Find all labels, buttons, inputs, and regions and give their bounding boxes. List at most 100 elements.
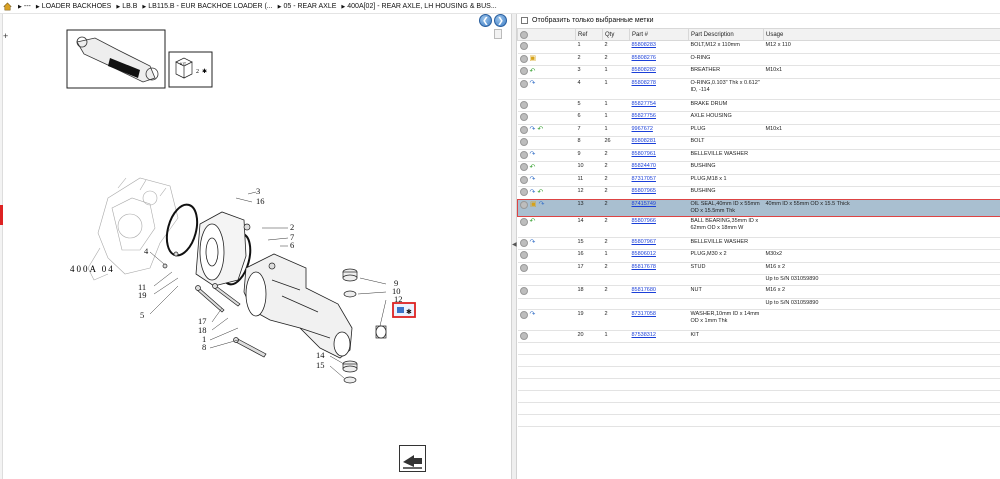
row-icons[interactable]: ↷ ↶: [517, 123, 576, 137]
add-to-cart-icon[interactable]: [519, 79, 528, 88]
row-part-number[interactable]: 85807961: [629, 148, 689, 162]
table-row[interactable]: ↶ 10 2 85824470 BUSHING: [517, 161, 1000, 174]
box-icon[interactable]: ▣: [530, 55, 537, 62]
breadcrumb-item[interactable]: LB115.B - EUR BACKHOE LOADER (...: [142, 3, 272, 10]
table-row[interactable]: 8 26 85808281 BOLT: [517, 136, 1000, 149]
row-part-number-text[interactable]: 85817678: [632, 264, 656, 270]
axle-thumbnail[interactable]: [66, 29, 166, 89]
row-icons[interactable]: [517, 249, 576, 262]
breadcrumb-item[interactable]: 400A[02] - REAR AXLE, LH HOUSING & BUS..…: [341, 3, 496, 10]
row-icons[interactable]: [517, 261, 576, 275]
row-part-number[interactable]: 85808282: [629, 65, 689, 78]
add-to-cart-icon[interactable]: [519, 125, 528, 134]
table-row[interactable]: 18 2 85817680 NUT M16 x 2: [517, 285, 1000, 298]
table-row[interactable]: 1 2 85808283 BOLT,M12 x 110mm M12 x 110: [517, 40, 1000, 53]
table-row[interactable]: Up to S/N 031059890: [517, 297, 1000, 309]
forward-button[interactable]: ❯: [494, 14, 507, 27]
col-qty[interactable]: Qty: [602, 28, 630, 41]
note-icon[interactable]: ↷: [539, 201, 545, 208]
add-to-cart-icon[interactable]: [519, 150, 528, 159]
breadcrumb-item[interactable]: LB.B: [116, 3, 137, 10]
row-part-number[interactable]: 85817680: [629, 285, 689, 298]
row-icons[interactable]: [517, 274, 576, 286]
row-part-number[interactable]: 87317058: [629, 308, 689, 330]
add-to-cart-icon[interactable]: [520, 200, 528, 209]
add-to-cart-icon[interactable]: [519, 163, 528, 171]
row-part-number-text[interactable]: 85808281: [632, 138, 656, 144]
row-icons[interactable]: [517, 40, 576, 53]
add-to-cart-icon[interactable]: [519, 310, 528, 319]
replace-icon[interactable]: ↶: [530, 218, 536, 225]
row-part-number[interactable]: 87317057: [629, 173, 689, 187]
replace-icon[interactable]: ↶: [530, 68, 536, 75]
breadcrumb-item[interactable]: LOADER BACKHOES: [36, 3, 112, 10]
row-part-number-text[interactable]: 85808282: [632, 67, 656, 73]
back-button[interactable]: ❮: [479, 14, 492, 27]
row-icons[interactable]: [517, 136, 576, 149]
splitter-arrow-icon[interactable]: ◀: [512, 241, 517, 248]
row-part-number[interactable]: 85807967: [629, 236, 689, 250]
row-icons[interactable]: ↷: [517, 308, 576, 330]
row-part-number-text[interactable]: 87317058: [632, 311, 656, 317]
row-part-number-text[interactable]: 87317057: [632, 176, 656, 182]
add-to-cart-icon[interactable]: [519, 54, 528, 63]
note-icon[interactable]: ↷: [530, 239, 536, 246]
row-part-number-text[interactable]: 9967672: [632, 126, 653, 132]
row-icons[interactable]: ↷: [517, 148, 576, 162]
table-row[interactable]: ▣ ↷ 13 2 87415749 OIL SEAL,40mm ID x 55mm OD …: [517, 198, 1000, 217]
row-icons[interactable]: ↷: [517, 77, 576, 99]
row-part-number-text[interactable]: 85807961: [632, 151, 656, 157]
replace-icon[interactable]: ↶: [537, 189, 543, 196]
row-part-number[interactable]: 85827756: [629, 111, 689, 124]
row-part-number-text[interactable]: 87538312: [632, 332, 656, 338]
add-to-cart-icon[interactable]: [519, 263, 528, 272]
row-part-number[interactable]: 87415749: [629, 198, 689, 217]
table-row[interactable]: ↷ 4 1 85808278 O-RING,0.103" Thk x 0.612" ID…: [517, 77, 1000, 99]
table-row[interactable]: 16 1 85806012 PLUG,M30 x 2 M30x2: [517, 249, 1000, 262]
table-row[interactable]: ↶ 14 2 85807966 BALL BEARING,35mm ID x 62mm …: [517, 215, 1000, 237]
table-row[interactable]: 6 1 85827756 AXLE HOUSING: [517, 111, 1000, 124]
breadcrumb-item[interactable]: 05 - REAR AXLE: [278, 3, 336, 10]
add-to-cart-icon[interactable]: [519, 331, 528, 340]
add-to-cart-icon[interactable]: [519, 100, 528, 109]
row-icons[interactable]: [517, 111, 576, 124]
add-to-cart-icon[interactable]: [519, 138, 528, 146]
row-part-number[interactable]: 85808281: [629, 136, 689, 149]
col-part[interactable]: Part #: [629, 28, 689, 41]
table-row[interactable]: ↷ 9 2 85807961 BELLEVILLE WASHER: [517, 148, 1000, 162]
row-part-number[interactable]: 85817678: [629, 261, 689, 275]
show-selected-checkbox[interactable]: [521, 16, 528, 24]
table-row[interactable]: ↷ 19 2 87317058 WASHER,10mm ID x 14mm OD x 1…: [517, 308, 1000, 330]
row-icons[interactable]: [517, 98, 576, 112]
row-part-number-text[interactable]: 85808283: [632, 42, 656, 48]
select-all-icon[interactable]: [520, 30, 528, 39]
home-icon[interactable]: [3, 2, 12, 11]
row-part-number[interactable]: 85808276: [629, 52, 689, 66]
table-row[interactable]: 5 1 85827754 BRAKE DRUM: [517, 98, 1000, 112]
row-icons[interactable]: ▣: [517, 52, 576, 66]
row-part-number-text[interactable]: 85807965: [632, 188, 656, 194]
row-icons[interactable]: ▣ ↷: [517, 198, 576, 217]
note-icon[interactable]: ↷: [530, 80, 536, 87]
row-part-number[interactable]: [629, 297, 689, 309]
add-to-cart-icon[interactable]: [519, 251, 528, 259]
table-row[interactable]: ▣ 2 2 85808276 O-RING: [517, 52, 1000, 66]
row-part-number-text[interactable]: 87415749: [632, 201, 656, 207]
add-to-cart-icon[interactable]: [519, 238, 528, 247]
add-to-cart-icon[interactable]: [519, 188, 528, 196]
row-part-number-text[interactable]: 85824470: [632, 163, 656, 169]
row-part-number[interactable]: 87538312: [629, 329, 689, 343]
table-row[interactable]: ↷ ↶ 7 1 9967672 PLUG M10x1: [517, 123, 1000, 137]
table-row[interactable]: Up to S/N 031059890: [517, 274, 1000, 286]
pen-edit-icon[interactable]: [399, 445, 426, 472]
table-row[interactable]: ↷ 15 2 85807967 BELLEVILLE WASHER: [517, 236, 1000, 250]
row-part-number[interactable]: 85808283: [629, 40, 689, 53]
row-part-number-text[interactable]: 85806012: [632, 251, 656, 257]
box-icon[interactable]: ▣: [530, 201, 537, 208]
row-part-number[interactable]: 85824470: [629, 161, 689, 174]
row-icons[interactable]: ↶: [517, 215, 576, 237]
row-part-number-text[interactable]: 85807967: [632, 239, 656, 245]
selected-callout-13[interactable]: ✱: [392, 302, 416, 318]
row-part-number[interactable]: 85808278: [629, 77, 689, 99]
row-part-number-text[interactable]: 85808276: [632, 55, 656, 61]
